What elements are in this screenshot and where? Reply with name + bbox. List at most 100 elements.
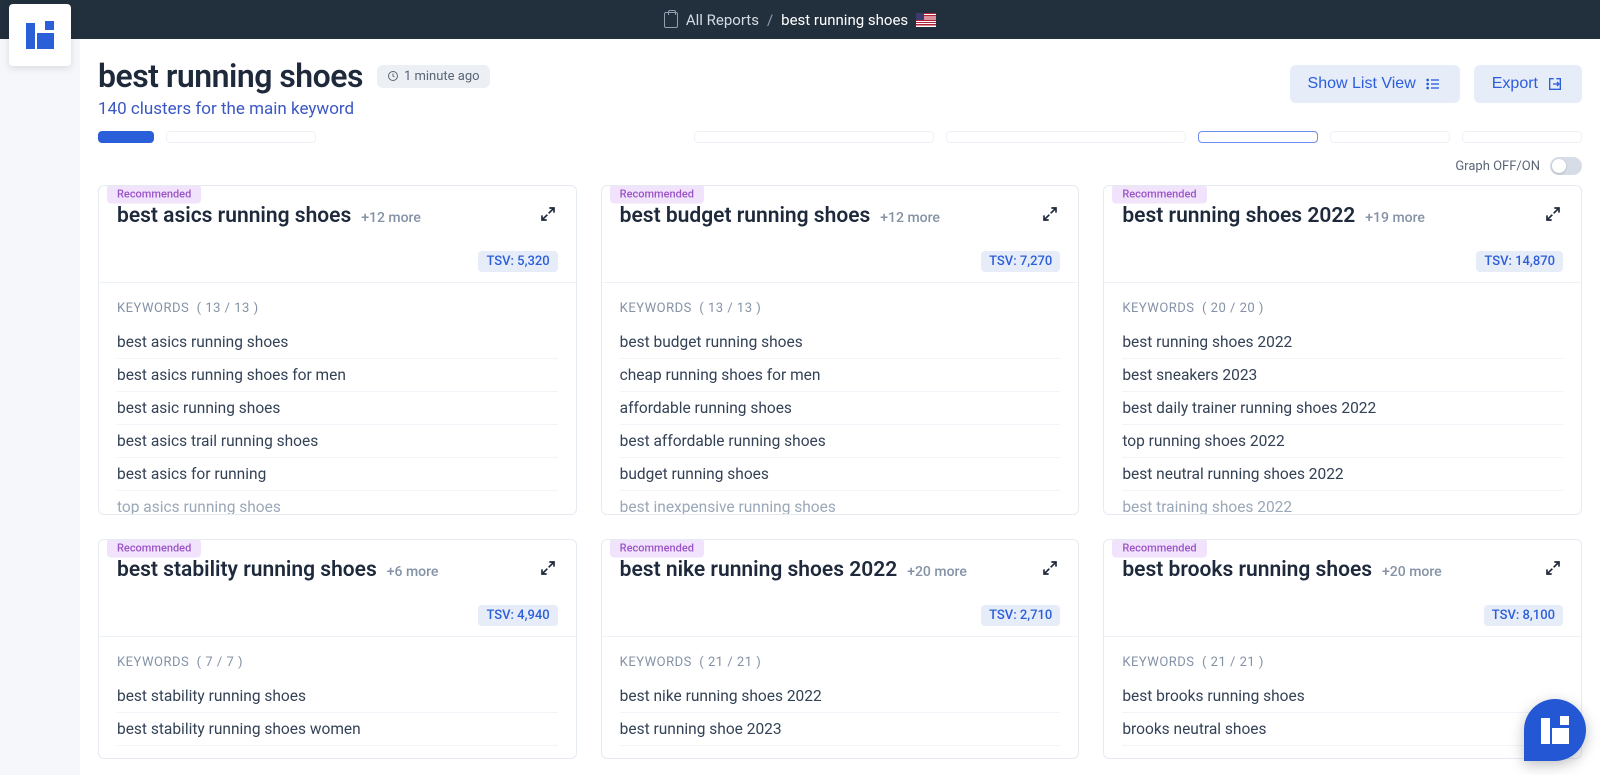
more-count[interactable]: +20 more — [907, 564, 967, 580]
keyword-list: best nike running shoes 2022best running… — [602, 680, 1079, 746]
expand-icon[interactable] — [1040, 204, 1060, 228]
keyword-list: best asics running shoesbest asics runni… — [99, 326, 576, 515]
clipboard-icon — [664, 12, 678, 28]
cluster-title-wrap: best stability running shoes +6 more — [117, 558, 438, 583]
filter-chip[interactable] — [946, 131, 1186, 143]
keyword-item[interactable]: best stability running shoes women — [117, 713, 558, 746]
keyword-item[interactable]: best affordable running shoes — [620, 425, 1061, 458]
tsv-badge: TSV: 14,870 — [1476, 251, 1563, 272]
cluster-title[interactable]: best budget running shoes — [620, 204, 871, 228]
app-logo[interactable] — [9, 4, 71, 66]
keywords-header: KEYWORDS ( 13 / 13 ) — [99, 283, 576, 326]
cluster-title[interactable]: best stability running shoes — [117, 558, 377, 582]
expand-icon[interactable] — [538, 558, 558, 582]
cluster-grid: Recommended best asics running shoes +12… — [98, 185, 1582, 759]
keyword-item[interactable]: best brooks running shoes — [1122, 680, 1563, 713]
breadcrumb-root[interactable]: All Reports — [686, 11, 759, 29]
keyword-item[interactable]: top running shoes 2022 — [1122, 425, 1563, 458]
page-subtitle: 140 clusters for the main keyword — [98, 99, 490, 119]
export-icon — [1546, 76, 1564, 92]
expand-icon[interactable] — [1543, 204, 1563, 228]
keyword-item[interactable]: affordable running shoes — [620, 392, 1061, 425]
show-list-view-button[interactable]: Show List View — [1290, 65, 1460, 103]
expand-icon[interactable] — [1543, 558, 1563, 582]
more-count[interactable]: +12 more — [880, 210, 940, 226]
keyword-item[interactable]: best asic running shoes — [117, 392, 558, 425]
recommended-badge: Recommended — [107, 539, 201, 558]
keyword-item[interactable]: best stability running shoes — [117, 680, 558, 713]
breadcrumb-current: best running shoes — [781, 11, 908, 29]
recommended-badge: Recommended — [1112, 185, 1206, 204]
cluster-title[interactable]: best brooks running shoes — [1122, 558, 1372, 582]
keyword-item[interactable]: best running shoes 2022 — [1122, 326, 1563, 359]
filter-bar — [98, 131, 1582, 147]
tsv-badge: TSV: 4,940 — [478, 605, 557, 626]
keyword-list: best budget running shoescheap running s… — [602, 326, 1079, 515]
keyword-item[interactable]: best budget running shoes — [620, 326, 1061, 359]
keywords-header: KEYWORDS ( 13 / 13 ) — [602, 283, 1079, 326]
keyword-item[interactable]: best asics running shoes for men — [117, 359, 558, 392]
show-list-view-label: Show List View — [1308, 75, 1416, 93]
filter-chip[interactable] — [694, 131, 934, 143]
keyword-item[interactable]: best asics trail running shoes — [117, 425, 558, 458]
keyword-item[interactable]: cheap running shoes for men — [620, 359, 1061, 392]
page-body: best running shoes 1 minute ago 140 clus… — [80, 39, 1600, 775]
help-fab[interactable] — [1524, 699, 1586, 761]
recommended-badge: Recommended — [1112, 539, 1206, 558]
keyword-item[interactable]: best sneakers 2023 — [1122, 359, 1563, 392]
expand-icon[interactable] — [1040, 558, 1060, 582]
keyword-list: best brooks running shoesbrooks neutral … — [1104, 680, 1581, 746]
recommended-badge: Recommended — [610, 539, 704, 558]
timestamp-pill: 1 minute ago — [377, 65, 490, 88]
keyword-item[interactable]: best neutral running shoes 2022 — [1122, 458, 1563, 491]
tsv-badge: TSV: 8,100 — [1484, 605, 1563, 626]
keywords-header: KEYWORDS ( 20 / 20 ) — [1104, 283, 1581, 326]
top-navbar: All Reports / best running shoes — [0, 0, 1600, 39]
filter-chip-active[interactable] — [98, 131, 154, 143]
cluster-title-wrap: best budget running shoes +12 more — [620, 204, 940, 229]
cluster-card: Recommended best stability running shoes… — [98, 539, 577, 759]
keyword-item[interactable]: best daily trainer running shoes 2022 — [1122, 392, 1563, 425]
expand-icon[interactable] — [538, 204, 558, 228]
keywords-header: KEYWORDS ( 7 / 7 ) — [99, 637, 576, 680]
keyword-item[interactable]: top asics running shoes — [117, 491, 558, 515]
cluster-card: Recommended best asics running shoes +12… — [98, 185, 577, 515]
cluster-card: Recommended best brooks running shoes +2… — [1103, 539, 1582, 759]
filter-chip[interactable] — [1462, 131, 1582, 143]
keyword-item[interactable]: best asics for running — [117, 458, 558, 491]
graph-toggle[interactable] — [1550, 157, 1582, 175]
cluster-title[interactable]: best asics running shoes — [117, 204, 351, 228]
keyword-item[interactable]: best running shoe 2023 — [620, 713, 1061, 746]
cluster-card: Recommended best budget running shoes +1… — [601, 185, 1080, 515]
recommended-badge: Recommended — [610, 185, 704, 204]
keyword-item[interactable]: best nike running shoes 2022 — [620, 680, 1061, 713]
keywords-header: KEYWORDS ( 21 / 21 ) — [602, 637, 1079, 680]
graph-toggle-label: Graph OFF/ON — [1455, 159, 1540, 174]
keyword-list: best running shoes 2022best sneakers 202… — [1104, 326, 1581, 515]
keyword-item[interactable]: brooks neutral shoes — [1122, 713, 1563, 746]
more-count[interactable]: +6 more — [387, 564, 439, 580]
cluster-card: Recommended best nike running shoes 2022… — [601, 539, 1080, 759]
cluster-title[interactable]: best running shoes 2022 — [1122, 204, 1355, 228]
breadcrumb-separator: / — [767, 11, 773, 29]
more-count[interactable]: +12 more — [361, 210, 421, 226]
keyword-item[interactable]: best training shoes 2022 — [1122, 491, 1563, 515]
more-count[interactable]: +19 more — [1365, 210, 1425, 226]
cluster-title[interactable]: best nike running shoes 2022 — [620, 558, 898, 582]
keyword-item[interactable]: best inexpensive running shoes — [620, 491, 1061, 515]
filter-chip[interactable] — [166, 131, 316, 143]
export-label: Export — [1492, 75, 1538, 93]
filter-chip-outline[interactable] — [1198, 131, 1318, 143]
keyword-item[interactable]: budget running shoes — [620, 458, 1061, 491]
cluster-card: Recommended best running shoes 2022 +19 … — [1103, 185, 1582, 515]
export-button[interactable]: Export — [1474, 65, 1582, 103]
cluster-title-wrap: best running shoes 2022 +19 more — [1122, 204, 1425, 229]
tsv-badge: TSV: 7,270 — [981, 251, 1060, 272]
more-count[interactable]: +20 more — [1382, 564, 1442, 580]
cluster-title-wrap: best nike running shoes 2022 +20 more — [620, 558, 967, 583]
keyword-list: best stability running shoesbest stabili… — [99, 680, 576, 746]
filter-chip[interactable] — [1330, 131, 1450, 143]
us-flag-icon — [916, 13, 936, 27]
tsv-badge: TSV: 2,710 — [981, 605, 1060, 626]
keyword-item[interactable]: best asics running shoes — [117, 326, 558, 359]
